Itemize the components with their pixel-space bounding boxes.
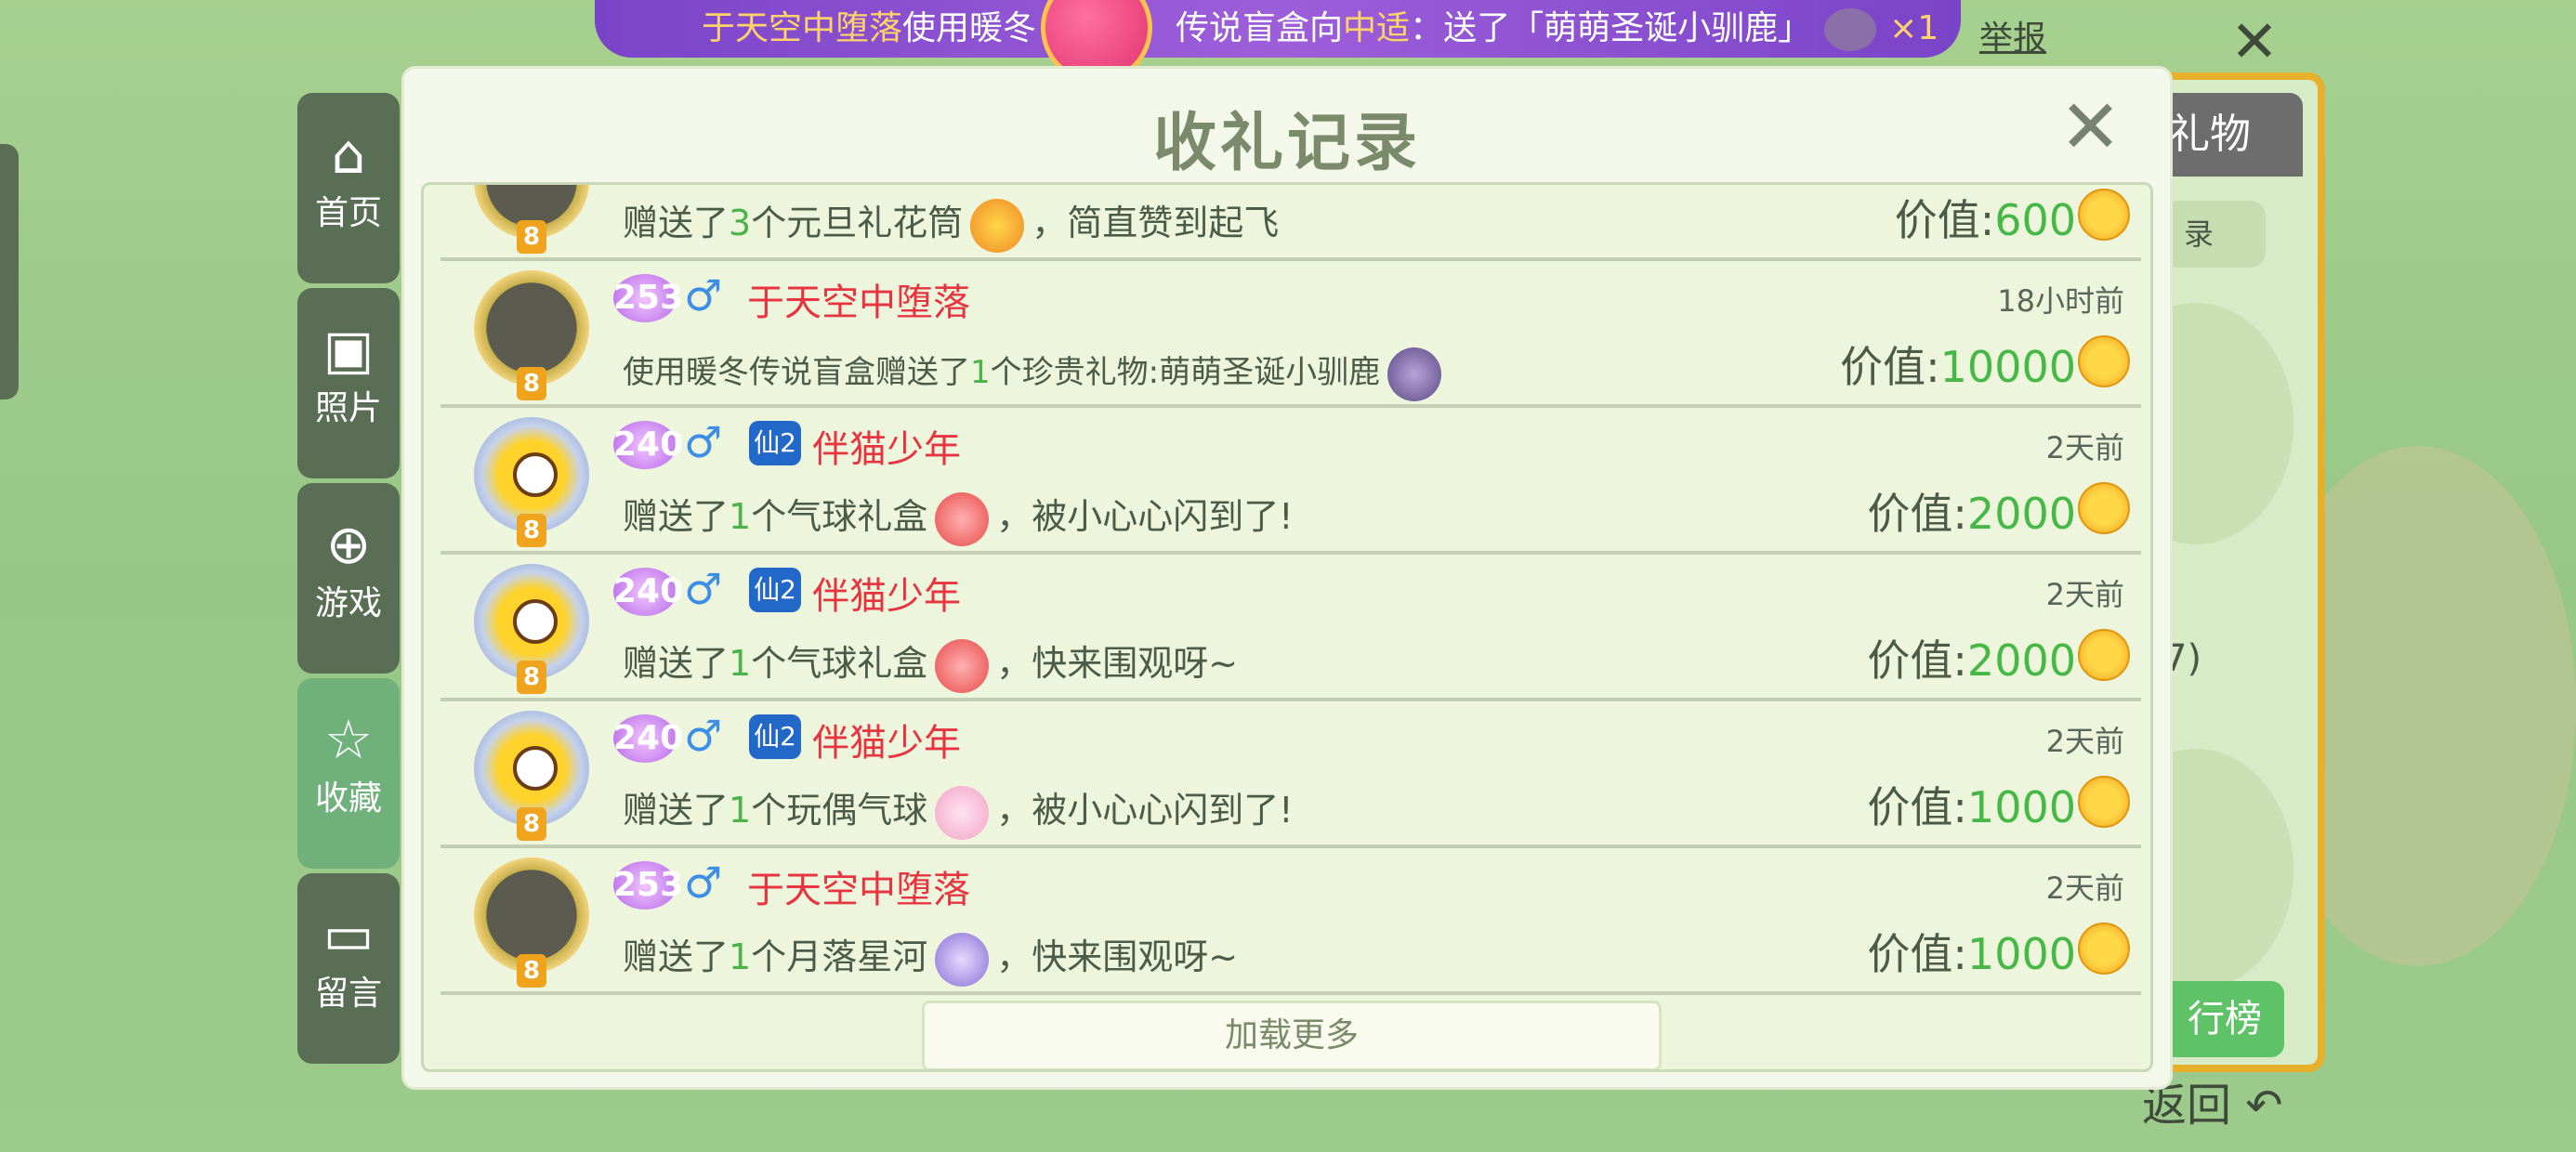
moon-gift-icon bbox=[935, 932, 990, 987]
gift-value: 价值:1000 bbox=[1867, 782, 2076, 832]
gift-description: 赠送了3个元旦礼花筒 ，简直赞到起飞 bbox=[623, 194, 1279, 253]
gift-description: 赠送了1个月落星河 ，快来围观呀~ bbox=[623, 928, 1238, 987]
male-icon: ♂ bbox=[684, 564, 723, 614]
level-badge: 240 bbox=[613, 714, 683, 763]
avatar[interactable]: 8 bbox=[474, 711, 589, 841]
avatar-level: 8 bbox=[517, 954, 546, 988]
sender-name[interactable]: 于天空中堕落 bbox=[747, 859, 970, 913]
level-badge: 253 bbox=[613, 861, 683, 910]
record-button[interactable]: 录 bbox=[2163, 201, 2266, 268]
vip-badge: 仙2 bbox=[749, 568, 801, 612]
banner-text-2: ：送了「萌萌圣诞小驯鹿」 bbox=[1410, 9, 1812, 47]
gift-value: 价值:10000 bbox=[1840, 342, 2076, 392]
avatar[interactable]: 8 bbox=[474, 417, 589, 547]
banner-target: 中适 bbox=[1343, 9, 1411, 47]
close-icon[interactable]: ✕ bbox=[2059, 85, 2122, 169]
avatar-level: 8 bbox=[517, 807, 546, 841]
avatar[interactable]: 8 bbox=[474, 857, 589, 988]
list-item: 8 253 ♂ 于天空中堕落 18小时前 使用暖冬传说盲盒赠送了1个珍贵礼物:萌… bbox=[440, 261, 2141, 408]
coin-icon bbox=[2078, 629, 2130, 681]
avatar[interactable]: 8 bbox=[474, 185, 589, 254]
male-icon: ♂ bbox=[684, 857, 723, 908]
gamepad-icon: ⊕ bbox=[325, 513, 372, 576]
timestamp: 2天前 bbox=[2045, 577, 2124, 612]
gift-description: 赠送了1个气球礼盒 ，快来围观呀~ bbox=[623, 635, 1238, 693]
avatar-level: 8 bbox=[517, 661, 546, 694]
sender-name[interactable]: 伴猫少年 bbox=[812, 419, 961, 473]
balloon-gift-icon bbox=[935, 638, 990, 693]
reindeer-gift-icon bbox=[1824, 8, 1877, 51]
nav-home[interactable]: ⌂ 首页 bbox=[297, 93, 400, 283]
coin-icon bbox=[2078, 189, 2130, 241]
gift-value: 价值:1000 bbox=[1867, 929, 2076, 979]
male-icon: ♂ bbox=[684, 711, 723, 761]
coin-icon bbox=[2078, 776, 2130, 828]
avatar-level: 8 bbox=[517, 514, 546, 547]
timestamp: 2天前 bbox=[2045, 430, 2124, 465]
nav-label: 游戏 bbox=[314, 584, 382, 622]
level-badge: 253 bbox=[613, 274, 683, 322]
photo-icon: ▣ bbox=[322, 318, 375, 381]
report-link[interactable]: 举报 bbox=[1979, 11, 2046, 59]
timestamp: 2天前 bbox=[2045, 724, 2124, 759]
load-more-button[interactable]: 加载更多 bbox=[922, 1001, 1662, 1069]
gift-value: 价值:600 bbox=[1894, 195, 2076, 245]
level-badge: 240 bbox=[613, 568, 683, 616]
gift-value: 价值:2000 bbox=[1867, 489, 2076, 539]
banner-hidden-part: 传说盲盒向 bbox=[1176, 9, 1344, 47]
home-icon: ⌂ bbox=[331, 123, 366, 186]
timestamp: 2天前 bbox=[2045, 871, 2124, 906]
banner-text-1: 使用暖冬 bbox=[902, 9, 1037, 47]
dialog-title: 收礼记录 bbox=[1152, 107, 1421, 180]
gift-record-dialog: 收礼记录 ✕ 8 赠送了3个元旦礼花筒 ，简直赞到起飞 价值:600 8 253 … bbox=[404, 69, 2170, 1087]
coin-icon bbox=[2078, 923, 2130, 975]
list-item: 8 240 ♂ 仙2 伴猫少年 2天前 赠送了1个气球礼盒 ，被小心心闪到了! 价… bbox=[440, 408, 2141, 555]
plush-balloon-icon bbox=[935, 785, 990, 840]
avatar-level: 8 bbox=[517, 220, 546, 254]
gift-description: 赠送了1个玩偶气球 ，被小心心闪到了! bbox=[623, 781, 1293, 840]
list-item: 8 240 ♂ 仙2 伴猫少年 2天前 赠送了1个玩偶气球 ，被小心心闪到了! 价… bbox=[440, 701, 2141, 848]
gift-description: 赠送了1个气球礼盒 ，被小心心闪到了! bbox=[623, 488, 1293, 546]
timestamp: 18小时前 bbox=[1997, 283, 2124, 319]
gift-record-list[interactable]: 8 赠送了3个元旦礼花筒 ，简直赞到起飞 价值:600 8 253 ♂ 于天空中堕… bbox=[421, 182, 2153, 1072]
nav-label: 收藏 bbox=[314, 779, 382, 818]
coin-icon bbox=[2078, 335, 2130, 387]
sender-name[interactable]: 伴猫少年 bbox=[812, 713, 961, 766]
coin-icon bbox=[2078, 482, 2130, 534]
list-item: 8 240 ♂ 仙2 伴猫少年 2天前 赠送了1个气球礼盒 ，快来围观呀~ 价值:… bbox=[440, 555, 2141, 701]
star-icon: ☆ bbox=[324, 708, 373, 771]
banner-count: ×1 bbox=[1889, 9, 1939, 47]
sender-name[interactable]: 于天空中堕落 bbox=[747, 272, 970, 326]
party-popper-icon bbox=[970, 198, 1025, 253]
level-badge: 240 bbox=[613, 421, 683, 469]
back-arrow-icon: ↶ bbox=[2245, 1080, 2283, 1132]
balloon-gift-icon bbox=[935, 491, 990, 546]
vip-badge: 仙2 bbox=[749, 714, 801, 759]
nav-label: 留言 bbox=[314, 975, 382, 1013]
avatar[interactable]: 8 bbox=[474, 270, 589, 400]
nav-messages[interactable]: ▭ 留言 bbox=[297, 873, 400, 1064]
male-icon: ♂ bbox=[684, 270, 723, 321]
banner-sender: 于天空中堕落 bbox=[702, 9, 903, 47]
gift-broadcast-banner: 于天空中堕落使用暖冬 传说盲盒向中适：送了「萌萌圣诞小驯鹿」 ×1 bbox=[595, 0, 1961, 58]
gift-description: 使用暖冬传说盲盒赠送了1个珍贵礼物:萌萌圣诞小驯鹿 bbox=[623, 347, 1449, 401]
nav-photos[interactable]: ▣ 照片 bbox=[297, 288, 400, 478]
gift-value: 价值:2000 bbox=[1867, 635, 2076, 686]
sender-name[interactable]: 伴猫少年 bbox=[812, 566, 961, 620]
list-item: 8 253 ♂ 于天空中堕落 2天前 赠送了1个月落星河 ，快来围观呀~ 价值:1… bbox=[440, 848, 2141, 995]
reindeer-gift-icon bbox=[1387, 347, 1442, 401]
vip-badge: 仙2 bbox=[749, 421, 801, 465]
left-edge-tab[interactable] bbox=[0, 144, 19, 399]
nav-label: 首页 bbox=[314, 194, 382, 232]
avatar[interactable]: 8 bbox=[474, 564, 589, 694]
back-label: 返回 bbox=[2142, 1080, 2232, 1132]
close-icon[interactable]: ✕ bbox=[2230, 9, 2279, 74]
male-icon: ♂ bbox=[684, 417, 723, 467]
nav-favorites[interactable]: ☆ 收藏 bbox=[297, 678, 400, 869]
nav-label: 照片 bbox=[314, 389, 382, 427]
nav-games[interactable]: ⊕ 游戏 bbox=[297, 483, 400, 674]
avatar-level: 8 bbox=[517, 367, 546, 400]
message-icon: ▭ bbox=[322, 903, 375, 966]
list-item: 8 赠送了3个元旦礼花筒 ，简直赞到起飞 价值:600 bbox=[440, 185, 2141, 261]
